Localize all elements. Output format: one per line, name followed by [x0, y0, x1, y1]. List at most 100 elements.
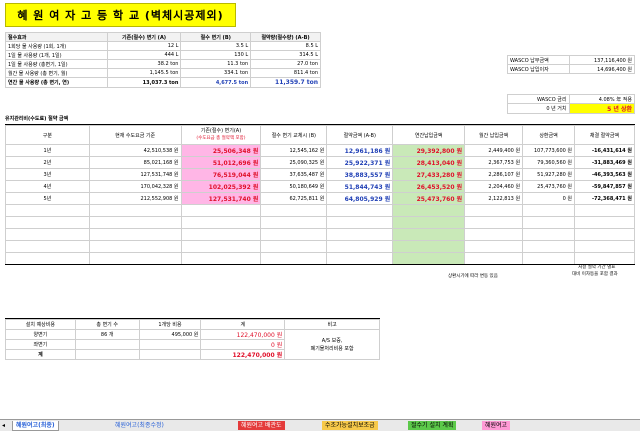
fee-empty-cell[interactable]	[464, 252, 524, 265]
fee-empty-cell[interactable]	[260, 216, 328, 229]
fee-monthly[interactable]: 2,367,753 원	[464, 156, 524, 169]
wasco-pay-label[interactable]: WASCO 납부금액	[507, 55, 570, 65]
install-unit[interactable]	[138, 339, 202, 350]
install-count[interactable]	[74, 339, 140, 350]
summary-row-label[interactable]: 월간 물 사용량 (총 변기, 월)	[5, 68, 108, 78]
install-count[interactable]: 86 개	[74, 329, 140, 340]
fee-existing[interactable]: 76,519,044 원	[180, 168, 262, 181]
fee-new[interactable]: 62,725,811 원	[260, 192, 328, 205]
fee-monthly[interactable]: 2,449,400 원	[464, 144, 524, 157]
install-label[interactable]: 계	[5, 349, 76, 360]
fee-empty-cell[interactable]	[574, 204, 635, 217]
fee-existing[interactable]: 102,025,392 원	[180, 180, 262, 193]
fee-empty-cell[interactable]	[88, 240, 182, 253]
fee-saving[interactable]: 64,805,929 원	[326, 192, 394, 205]
fee-empty-cell[interactable]	[88, 252, 182, 265]
fee-existing[interactable]: 127,531,740 원	[180, 192, 262, 205]
fee-year[interactable]: 1년	[5, 144, 90, 157]
wasco-interest-label[interactable]: WASCO 납입이자	[507, 64, 570, 74]
summary-cell[interactable]: 130 L	[180, 50, 252, 60]
fee-monthly[interactable]: 2,286,107 원	[464, 168, 524, 181]
fee-empty-cell[interactable]	[574, 216, 635, 229]
fee-empty-cell[interactable]	[326, 252, 394, 265]
summary-cell[interactable]: 3.5 L	[180, 41, 252, 51]
fee-empty-cell[interactable]	[5, 216, 90, 229]
fee-new[interactable]: 25,090,325 원	[260, 156, 328, 169]
fee-empty-cell[interactable]	[392, 228, 466, 241]
fee-empty-cell[interactable]	[180, 204, 262, 217]
summary-cell[interactable]: 8.5 L	[250, 41, 321, 51]
fee-empty-cell[interactable]	[574, 228, 635, 241]
fee-existing[interactable]: 25,506,348 원	[180, 144, 262, 157]
summary-cell[interactable]: 1,145.5 ton	[106, 68, 182, 78]
fee-empty-cell[interactable]	[326, 216, 394, 229]
fee-new[interactable]: 37,635,487 원	[260, 168, 328, 181]
fee-empty-cell[interactable]	[5, 204, 90, 217]
fee-net[interactable]: -59,847,857 원	[574, 180, 635, 193]
summary-cell[interactable]: 12 L	[106, 41, 182, 51]
sheet-tab[interactable]: 수조가능설치보조금	[322, 421, 378, 430]
fee-empty-cell[interactable]	[88, 204, 182, 217]
fee-year[interactable]: 5년	[5, 192, 90, 205]
fee-current[interactable]: 127,531,748 원	[88, 168, 182, 181]
fee-repay[interactable]: 107,773,600 원	[522, 144, 575, 157]
install-total[interactable]: 0 원	[200, 339, 286, 350]
fee-empty-cell[interactable]	[5, 240, 90, 253]
install-unit[interactable]	[138, 349, 202, 360]
fee-new[interactable]: 12,545,162 원	[260, 144, 328, 157]
fee-empty-cell[interactable]	[574, 240, 635, 253]
fee-annual[interactable]: 27,433,280 원	[392, 168, 466, 181]
fee-new[interactable]: 50,180,649 원	[260, 180, 328, 193]
fee-empty-cell[interactable]	[392, 216, 466, 229]
fee-empty-cell[interactable]	[5, 228, 90, 241]
fee-empty-cell[interactable]	[464, 216, 524, 229]
fee-net[interactable]: -16,431,614 원	[574, 144, 635, 157]
fee-empty-cell[interactable]	[5, 252, 90, 265]
install-remark[interactable]: A/S 보증, 폐기물처리비용 포함	[284, 329, 380, 360]
summary-cell[interactable]: 4,677.5 ton	[180, 77, 252, 88]
fee-year[interactable]: 2년	[5, 156, 90, 169]
fee-year[interactable]: 4년	[5, 180, 90, 193]
fee-empty-cell[interactable]	[522, 204, 575, 217]
fee-empty-cell[interactable]	[522, 228, 575, 241]
install-total[interactable]: 122,470,000 원	[200, 349, 286, 360]
fee-annual[interactable]: 26,453,520 원	[392, 180, 466, 193]
fee-empty-cell[interactable]	[180, 216, 262, 229]
fee-empty-cell[interactable]	[464, 204, 524, 217]
fee-empty-cell[interactable]	[392, 204, 466, 217]
fee-saving[interactable]: 12,961,186 원	[326, 144, 394, 157]
fee-annual[interactable]: 29,392,800 원	[392, 144, 466, 157]
fee-existing[interactable]: 51,012,696 원	[180, 156, 262, 169]
fee-year[interactable]: 3년	[5, 168, 90, 181]
fee-empty-cell[interactable]	[180, 252, 262, 265]
sheet-tab[interactable]: 혜원여고 배관도	[238, 421, 285, 430]
fee-empty-cell[interactable]	[522, 252, 575, 265]
wasco-period-value[interactable]: 5 년 상환	[568, 103, 635, 114]
install-label[interactable]: 좌변기	[5, 339, 76, 350]
summary-cell[interactable]: 11.3 ton	[180, 59, 252, 69]
sheet-tab[interactable]: 혜원여고	[482, 421, 511, 430]
fee-empty-cell[interactable]	[326, 228, 394, 241]
fee-current[interactable]: 42,510,538 원	[88, 144, 182, 157]
fee-net[interactable]: -72,368,471 원	[574, 192, 635, 205]
fee-empty-cell[interactable]	[260, 204, 328, 217]
fee-empty-cell[interactable]	[574, 252, 635, 265]
summary-row-label[interactable]: 1일 물 사용량 (총변기, 1일)	[5, 59, 108, 69]
wasco-rate-value[interactable]: 4.08% 年 적용	[568, 94, 635, 104]
fee-repay[interactable]: 51,927,280 원	[522, 168, 575, 181]
wasco-pay-value[interactable]: 137,116,400 원	[568, 55, 636, 65]
fee-empty-cell[interactable]	[326, 240, 394, 253]
fee-saving[interactable]: 38,883,557 원	[326, 168, 394, 181]
fee-empty-cell[interactable]	[260, 252, 328, 265]
fee-empty-cell[interactable]	[260, 228, 328, 241]
fee-empty-cell[interactable]	[392, 252, 466, 265]
fee-empty-cell[interactable]	[464, 228, 524, 241]
fee-empty-cell[interactable]	[522, 216, 575, 229]
summary-cell[interactable]: 811.4 ton	[250, 68, 321, 78]
sheet-tab[interactable]: 혜원여고(최종수정)	[112, 421, 167, 430]
fee-repay[interactable]: 0 원	[522, 192, 575, 205]
summary-cell[interactable]: 27.0 ton	[250, 59, 321, 69]
fee-repay[interactable]: 79,360,560 원	[522, 156, 575, 169]
fee-empty-cell[interactable]	[260, 240, 328, 253]
tab-scroll-left-icon[interactable]: ◂	[2, 421, 8, 430]
